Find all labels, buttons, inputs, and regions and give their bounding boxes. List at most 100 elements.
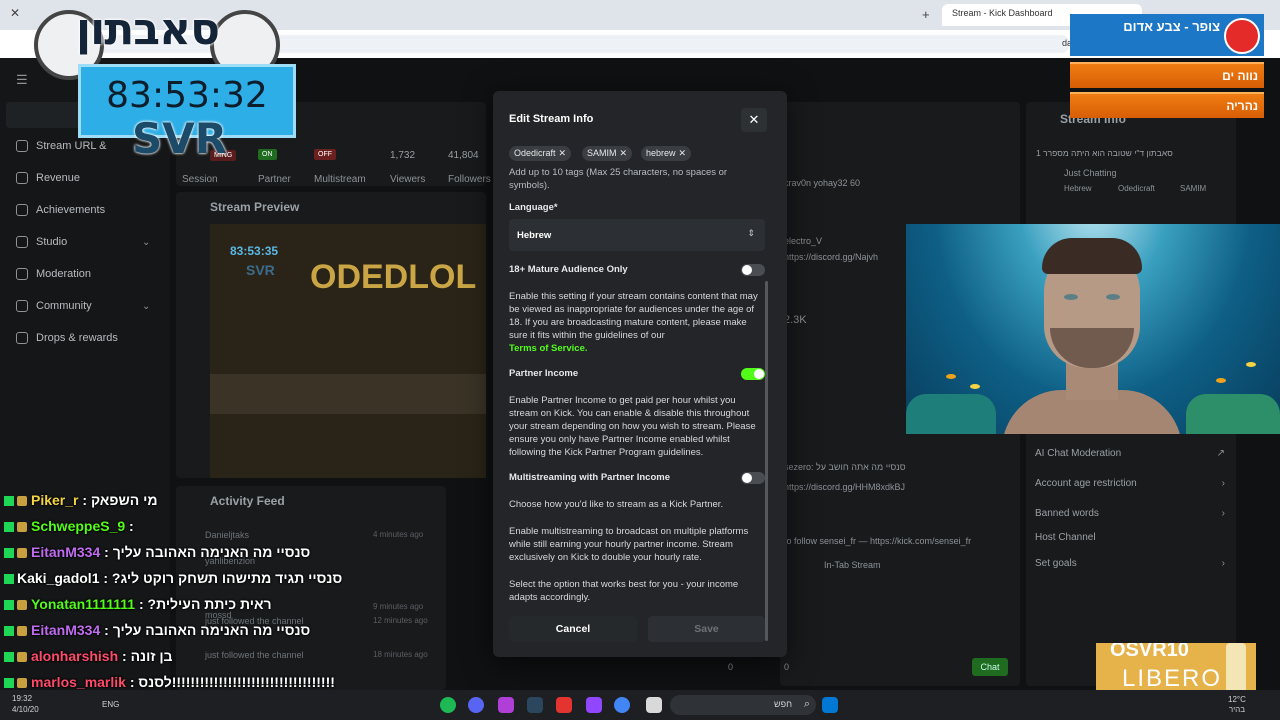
partner-income-label: Partner Income bbox=[509, 368, 579, 379]
chevron-down-icon: ⌄ bbox=[142, 300, 151, 312]
fish-decoration bbox=[1216, 378, 1226, 383]
steam-icon[interactable] bbox=[527, 697, 543, 713]
chat-overlay-message: SchweppeS_9 : bbox=[4, 518, 134, 534]
chrome-icon[interactable] bbox=[614, 697, 630, 713]
chevron-right-icon: › bbox=[1221, 558, 1225, 569]
edit-stream-info-modal: Edit Stream Info ✕ Odedicraft ✕ SAMIM ✕ he… bbox=[493, 91, 787, 657]
chat-overlay-message: Kaki_gadol1 : ?סנסיי תגיד מתישהו תשחק רו… bbox=[4, 570, 342, 586]
chat-message: to follow sensei_fr — https://kick.com/s… bbox=[784, 536, 972, 546]
stream-preview-title: Stream Preview bbox=[210, 200, 300, 214]
followers-label: Followers bbox=[448, 174, 491, 185]
terms-of-service-link[interactable]: Terms of Service. bbox=[509, 343, 588, 354]
multistream-help-2: Enable multistreaming to broadcast on mu… bbox=[509, 526, 749, 563]
revenue-icon bbox=[16, 172, 28, 184]
menu-icon[interactable]: ☰ bbox=[16, 72, 28, 88]
mature-toggle[interactable] bbox=[741, 264, 765, 276]
chat-overlay-message: marlos_marlik : לסנס!!!!!!!!!!!!!!!!!!!!… bbox=[4, 674, 335, 690]
file-explorer-icon[interactable] bbox=[646, 697, 662, 713]
banned-words-item[interactable]: Banned words › bbox=[1035, 508, 1225, 519]
language-indicator[interactable]: ENG bbox=[102, 700, 119, 709]
session-label: Session bbox=[182, 174, 218, 185]
partner-income-help: Enable Partner Income to get paid per ho… bbox=[509, 395, 756, 458]
fish-decoration bbox=[946, 374, 956, 379]
in-tab-stream-button[interactable]: In-Tab Stream bbox=[824, 560, 881, 570]
partner-label: Partner bbox=[258, 174, 291, 185]
sidebar-item-drops[interactable]: Drops & rewards bbox=[16, 332, 118, 344]
alert-title: צופר - צבע אדום bbox=[1123, 19, 1220, 34]
tag-chip: SAMIM ✕ bbox=[582, 146, 633, 161]
toggle-knob bbox=[754, 369, 764, 379]
sidebar-item-revenue[interactable]: Revenue bbox=[16, 172, 80, 184]
language-label: Language* bbox=[509, 202, 558, 213]
trophy-icon bbox=[16, 204, 28, 216]
chat-message: https://discord.gg/HHM8xdkBJ bbox=[784, 482, 906, 492]
sidebar-item-community[interactable]: Community ⌄ bbox=[16, 300, 150, 312]
multistream-toggle[interactable] bbox=[741, 472, 765, 484]
modal-title: Edit Stream Info bbox=[509, 113, 594, 125]
remove-tag-icon[interactable]: ✕ bbox=[679, 148, 687, 158]
sidebar-item-moderation[interactable]: Moderation bbox=[16, 268, 91, 280]
partner-income-toggle[interactable] bbox=[741, 368, 765, 380]
app-icon[interactable] bbox=[498, 697, 514, 713]
hammer-icon bbox=[16, 268, 28, 280]
viewers-count: 1,732 bbox=[390, 150, 416, 161]
activity-feed-title: Activity Feed bbox=[210, 494, 285, 508]
language-select[interactable]: Hebrew ⇕ bbox=[509, 219, 765, 251]
multistream-label: Multistreaming with Partner Income bbox=[509, 472, 670, 483]
ai-chat-moderation-item[interactable]: AI Chat Moderation ↗ bbox=[1035, 448, 1225, 459]
tag-chip: Odedicraft ✕ bbox=[509, 146, 572, 161]
toggle-knob bbox=[742, 265, 752, 275]
multistream-help-3: Select the option that works best for yo… bbox=[509, 579, 739, 603]
discord-icon[interactable] bbox=[468, 697, 484, 713]
channel-title-overlay: סאבתון bbox=[76, 4, 220, 55]
preview-banner: ODEDLOL bbox=[310, 258, 477, 296]
host-channel-item[interactable]: Host Channel bbox=[1035, 532, 1225, 543]
webcam-feed bbox=[906, 224, 1280, 434]
stream-tag: SAMIM bbox=[1180, 184, 1207, 193]
chat-send-button[interactable]: Chat bbox=[972, 658, 1008, 676]
remove-tag-icon[interactable]: ✕ bbox=[559, 148, 567, 158]
subathon-timer: 83:53:32 bbox=[106, 75, 268, 116]
sub-badge-icon bbox=[17, 522, 27, 533]
taskbar-search[interactable]: חפש ⌕ bbox=[670, 695, 816, 715]
sub-badge-icon bbox=[17, 678, 27, 689]
save-button[interactable]: Save bbox=[648, 616, 765, 642]
tags-help: Add up to 10 tags (Max 25 characters, no… bbox=[509, 167, 728, 191]
new-tab-icon[interactable]: + bbox=[922, 7, 930, 22]
app-icon[interactable] bbox=[556, 697, 572, 713]
kick-badge-icon bbox=[4, 600, 14, 611]
preview-timer: 83:53:35 bbox=[230, 244, 279, 258]
twitch-icon[interactable] bbox=[586, 697, 602, 713]
external-link-icon: ↗ bbox=[1216, 448, 1225, 459]
windows-start-icon[interactable] bbox=[822, 697, 838, 713]
account-age-restriction-item[interactable]: Account age restriction › bbox=[1035, 478, 1225, 489]
fish-decoration bbox=[1246, 362, 1256, 367]
stream-preview-video[interactable]: 83:53:35 SVR ODEDLOL bbox=[210, 224, 486, 478]
set-goals-item[interactable]: Set goals › bbox=[1035, 558, 1225, 569]
alert-logo-icon bbox=[1224, 18, 1260, 54]
tab-title: Stream - Kick Dashboard bbox=[952, 8, 1053, 18]
sub-badge-icon bbox=[17, 652, 27, 663]
sub-badge-icon bbox=[17, 626, 27, 637]
close-tab-icon[interactable]: ✕ bbox=[10, 6, 20, 20]
modal-scrollbar[interactable] bbox=[765, 281, 768, 641]
mature-label: 18+ Mature Audience Only bbox=[509, 264, 628, 275]
chat-message: electro_V bbox=[784, 236, 823, 246]
sidebar-item-achievements[interactable]: Achievements bbox=[16, 204, 105, 216]
spotify-icon[interactable] bbox=[440, 697, 456, 713]
link-icon bbox=[16, 140, 28, 152]
streamer-hair bbox=[1042, 238, 1142, 274]
alert-location: נווה ים bbox=[1070, 62, 1264, 88]
remove-tag-icon[interactable]: ✕ bbox=[620, 148, 628, 158]
sidebar-item-studio[interactable]: Studio ⌄ bbox=[16, 236, 150, 248]
activity-row: just followed the channel 18 minutes ago bbox=[205, 650, 428, 660]
close-icon[interactable]: ✕ bbox=[741, 108, 767, 132]
sponsor-banner: OSVR10 LIBERO bbox=[1096, 643, 1256, 693]
preview-thumbnails bbox=[210, 374, 486, 414]
cancel-button[interactable]: Cancel bbox=[509, 616, 637, 642]
sponsor-code: OSVR10 bbox=[1110, 643, 1189, 661]
status-badge-multistream-off: OFF bbox=[314, 149, 336, 160]
search-icon: ⌕ bbox=[803, 698, 810, 710]
tag-chip: hebrew ✕ bbox=[641, 146, 692, 161]
chat-overlay-message: Piker_r : מי השפאק bbox=[4, 492, 158, 508]
